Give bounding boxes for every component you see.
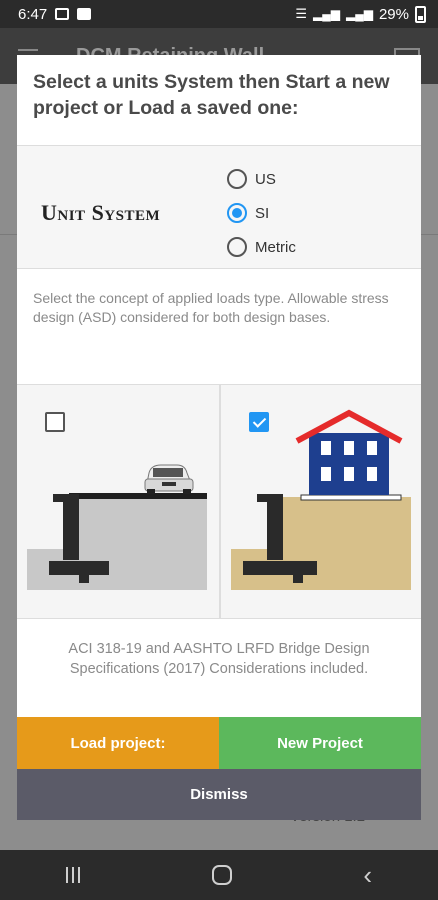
new-project-button[interactable]: New Project [219, 717, 421, 769]
car-icon [144, 464, 194, 494]
unit-system-label: Unit System [41, 200, 161, 225]
building-loads-option[interactable] [219, 385, 421, 618]
radio-si[interactable]: SI [227, 196, 296, 230]
home-icon[interactable] [211, 865, 232, 885]
gallery-notification-icon [55, 8, 70, 20]
system-navigation-bar: ‹ [0, 850, 438, 900]
start-dialog: Select a units System then Start a new p… [17, 55, 421, 820]
load-type-options [17, 385, 421, 619]
recents-icon[interactable] [65, 867, 80, 883]
radio-us-circle[interactable] [227, 169, 247, 189]
battery-percent: 29% [378, 5, 409, 23]
loads-description: Select the concept of applied loads type… [17, 269, 421, 385]
unit-radio-group: US SI Metric [227, 162, 296, 264]
house-icon [295, 409, 403, 495]
bridge-loads-option[interactable] [17, 385, 219, 618]
radio-us-label: US [255, 170, 276, 188]
radio-us[interactable]: US [227, 162, 296, 196]
signal-icon: ▂▄▆ [313, 7, 340, 21]
unit-system-section: Unit System US SI Metric [17, 145, 421, 269]
radio-metric-label: Metric [255, 238, 296, 256]
building-retaining-wall-illustration [231, 409, 411, 590]
wifi-icon: ☰ [295, 6, 308, 21]
radio-si-label: SI [255, 204, 270, 222]
status-bar: 6:47 ☰ ▂▄▆ ▂▄▆ 29% [0, 0, 438, 28]
load-project-button[interactable]: Load project: [17, 717, 219, 769]
radio-metric[interactable]: Metric [227, 230, 296, 264]
signal-icon-2: ▂▄▆ [346, 7, 373, 21]
app-notification-icon [77, 8, 92, 20]
back-icon[interactable]: ‹ [363, 860, 372, 891]
dialog-button-row: Load project: New Project [17, 717, 421, 769]
vehicle-retaining-wall-illustration [27, 464, 207, 590]
code-considerations-note: ACI 318-19 and AASHTO LRFD Bridge Design… [68, 641, 370, 677]
dismiss-button[interactable]: Dismiss [17, 769, 421, 820]
battery-icon [415, 5, 426, 23]
status-time: 6:47 [18, 5, 48, 23]
dialog-title: Select a units System then Start a new p… [33, 71, 390, 119]
radio-metric-circle[interactable] [227, 237, 247, 257]
radio-si-circle[interactable] [227, 203, 247, 223]
